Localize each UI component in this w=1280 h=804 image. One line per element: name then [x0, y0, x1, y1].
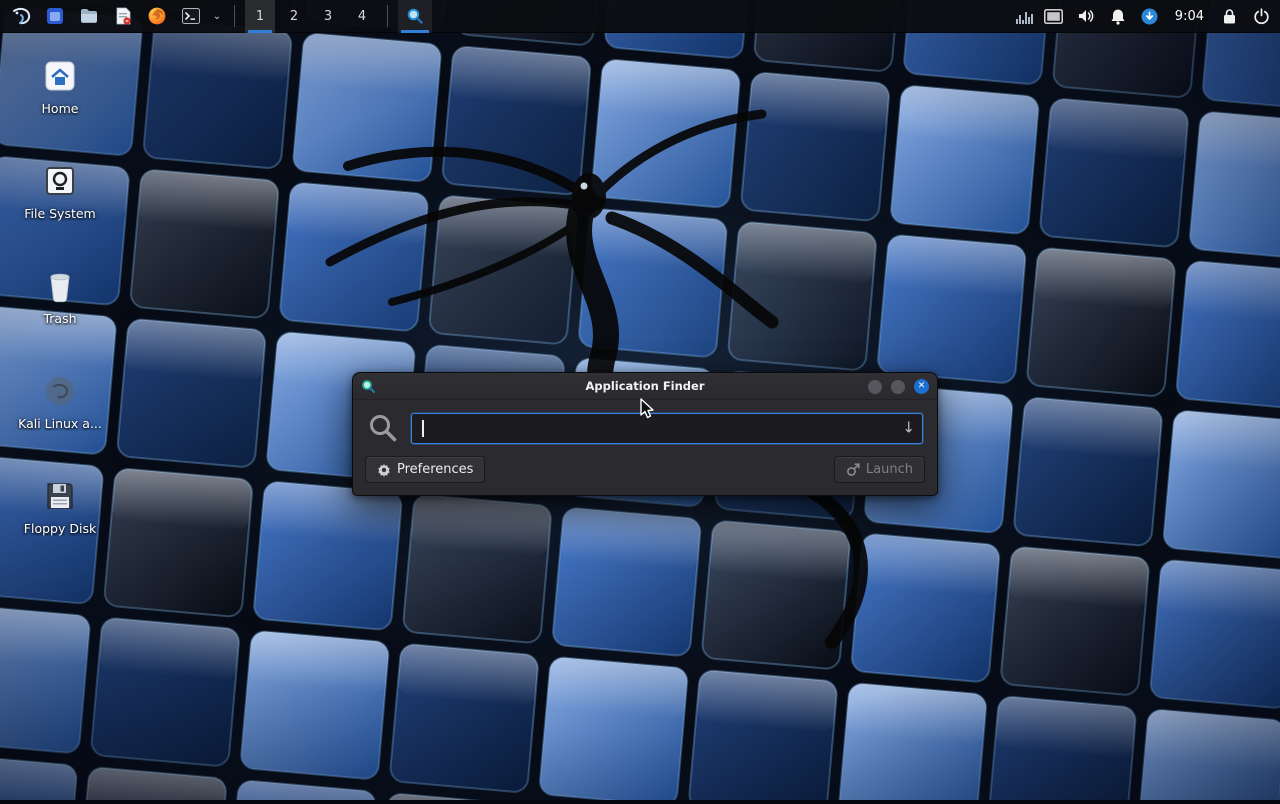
workspace-1[interactable]: 1 [245, 0, 275, 33]
workspace-2[interactable]: 2 [279, 0, 309, 33]
speaker-icon [1077, 8, 1095, 24]
application-finder-window: Application Finder ✕ ↓ Preferences [352, 372, 938, 496]
terminal-icon [181, 6, 201, 26]
workspace-1-label: 1 [256, 9, 264, 24]
power-icon [1253, 8, 1270, 25]
desktop-icon-trash[interactable]: Trash [13, 268, 107, 326]
text-editor-icon [113, 6, 133, 26]
search-input[interactable] [411, 413, 923, 444]
titlebar[interactable]: Application Finder ✕ [353, 373, 937, 400]
kali-menu-button[interactable] [6, 0, 36, 33]
titlebar-buttons: ✕ [868, 373, 929, 400]
close-button[interactable]: ✕ [914, 379, 929, 394]
gear-icon [377, 463, 391, 477]
terminal-dropdown-chevron[interactable]: ⌄ [210, 0, 224, 33]
volume-tray[interactable] [1071, 0, 1101, 33]
desktop-icon-file-system[interactable]: File System [13, 163, 107, 221]
workspace-3[interactable]: 3 [313, 0, 343, 33]
desktop-icon-label: Kali Linux a... [13, 416, 107, 431]
panel-tray: 9:04 [1012, 0, 1280, 32]
kali-installer-icon [43, 374, 77, 408]
workspace-4[interactable]: 4 [347, 0, 377, 33]
desktop-icon-kali-installer[interactable]: Kali Linux a... [13, 373, 107, 431]
display-icon [1044, 9, 1063, 24]
folder-launcher[interactable] [74, 0, 104, 33]
desktop-icon-label: Trash [13, 311, 107, 326]
launch-label: Launch [866, 462, 913, 477]
top-panel: ⌄ 1 2 3 4 [0, 0, 1280, 33]
workspace-3-label: 3 [324, 9, 332, 24]
panel-separator [234, 5, 235, 27]
firefox-icon [147, 6, 167, 26]
finder-footer: Preferences Launch [353, 444, 937, 495]
search-icon [367, 412, 399, 444]
panel-separator-2 [387, 5, 388, 27]
desktop-icon-floppy-disk[interactable]: Floppy Disk [13, 478, 107, 536]
terminal-launcher[interactable] [176, 0, 206, 33]
launch-button[interactable]: Launch [834, 456, 925, 483]
screen-lock-tray[interactable] [1214, 0, 1244, 33]
bell-icon [1110, 8, 1126, 25]
search-field-wrap: ↓ [411, 413, 923, 444]
close-icon: ✕ [918, 382, 926, 391]
window-title: Application Finder [361, 379, 929, 393]
desktop-icon-home[interactable]: Home [13, 58, 107, 116]
panel-launchers: ⌄ 1 2 3 4 [0, 0, 432, 32]
panel-clock[interactable]: 9:04 [1167, 9, 1212, 24]
dropdown-arrow-icon[interactable]: ↓ [902, 419, 915, 437]
logout-tray[interactable] [1246, 0, 1276, 33]
text-caret [422, 420, 424, 437]
kali-logo-icon [10, 5, 32, 27]
desktop-icon-label: File System [13, 206, 107, 221]
lock-icon [1222, 8, 1237, 25]
floppy-disk-icon [43, 479, 77, 513]
folder-icon [79, 6, 99, 26]
text-editor-launcher[interactable] [108, 0, 138, 33]
maximize-button[interactable] [891, 380, 905, 394]
file-system-icon [43, 164, 77, 198]
firefox-launcher[interactable] [142, 0, 172, 33]
application-finder-icon [406, 7, 424, 25]
home-icon [43, 59, 77, 93]
workspace-2-label: 2 [290, 9, 298, 24]
display-settings-tray[interactable] [1039, 0, 1069, 33]
system-load-graph[interactable] [1012, 8, 1037, 24]
updates-tray[interactable] [1135, 0, 1165, 33]
trash-icon [45, 269, 75, 303]
file-manager-launcher[interactable] [40, 0, 70, 33]
file-manager-icon [45, 6, 65, 26]
preferences-label: Preferences [397, 462, 473, 477]
preferences-button[interactable]: Preferences [365, 456, 485, 483]
chevron-down-icon: ⌄ [213, 11, 221, 22]
minimize-button[interactable] [868, 380, 882, 394]
finder-body: ↓ [353, 400, 937, 444]
updates-icon [1141, 8, 1158, 25]
desktop-icon-label: Home [13, 101, 107, 116]
taskbar-application-finder[interactable] [398, 0, 432, 33]
window-app-icon [361, 379, 376, 394]
launch-icon [846, 463, 860, 477]
desktop-icon-label: Floppy Disk [13, 521, 107, 536]
workspace-4-label: 4 [358, 9, 366, 24]
notifications-tray[interactable] [1103, 0, 1133, 33]
